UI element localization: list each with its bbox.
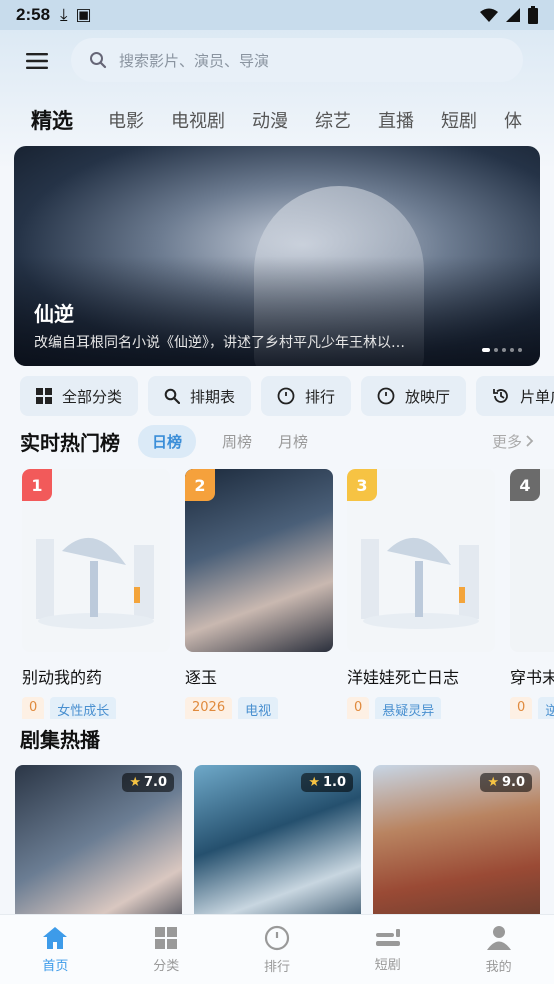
rank-icon xyxy=(264,925,290,950)
ranking-title: 实时热门榜 xyxy=(20,430,120,455)
ranking-header: 实时热门榜 日榜 周榜 月榜 更多 xyxy=(20,424,534,458)
home-icon xyxy=(43,926,68,949)
rating-badge: ★ 1.0 xyxy=(301,773,353,792)
nav-profile[interactable]: 我的 xyxy=(443,915,554,984)
short-drama-icon xyxy=(375,928,400,946)
tab-monthly[interactable]: 月榜 xyxy=(278,431,308,452)
schedule-button[interactable]: 排期表 xyxy=(148,376,252,416)
tab-live[interactable]: 直播 xyxy=(378,107,414,133)
tab-movies[interactable]: 电影 xyxy=(108,107,144,133)
poster-image: 2 xyxy=(185,469,333,652)
banner-pagination xyxy=(482,348,522,352)
tab-tv-series[interactable]: 电视剧 xyxy=(171,107,225,133)
drama-list: ★ 7.0 ★ 1.0 ★ 9.0 xyxy=(15,765,554,915)
year-tag: 0 xyxy=(510,697,533,719)
notification-icon: ▣ xyxy=(75,5,92,25)
nav-short-drama[interactable]: 短剧 xyxy=(332,915,443,984)
status-time: 2:58 xyxy=(16,5,51,24)
genre-tag: 悬疑灵异 xyxy=(375,697,442,719)
search-placeholder: 搜索影片、演员、导演 xyxy=(119,51,270,70)
drama-card[interactable]: ★ 9.0 xyxy=(373,765,540,915)
rank-badge: 2 xyxy=(185,469,215,501)
playlist-square-button[interactable]: 片单广场 xyxy=(476,376,554,416)
rank-card[interactable]: 2 逐玉 2026 电视 xyxy=(185,469,333,719)
tab-anime[interactable]: 动漫 xyxy=(252,107,288,133)
chevron-right-icon xyxy=(526,435,534,447)
category-tabs: 精选 电影 电视剧 动漫 综艺 直播 短剧 体 xyxy=(0,100,554,140)
rank-card[interactable]: 3 洋娃娃死亡日志 0 悬疑灵异 xyxy=(347,469,495,719)
rank-card-title: 穿书末 xyxy=(510,668,554,687)
genre-tag: 女性成长 xyxy=(50,697,117,719)
hero-banner[interactable]: 仙逆 改编自耳根同名小说《仙逆》，讲述了乡村平凡少年王林以… xyxy=(14,146,540,366)
poster-placeholder: 1 xyxy=(22,469,170,652)
nav-home[interactable]: 首页 xyxy=(0,915,111,984)
star-icon: ★ xyxy=(129,775,141,790)
nav-ranking[interactable]: 排行 xyxy=(222,915,333,984)
tab-daily[interactable]: 日榜 xyxy=(138,424,197,458)
more-link[interactable]: 更多 xyxy=(492,431,534,452)
ranking-button[interactable]: 排行 xyxy=(261,376,352,416)
rating-badge: ★ 7.0 xyxy=(122,773,174,792)
tab-sports[interactable]: 体 xyxy=(504,107,522,133)
poster-placeholder: 4 xyxy=(510,469,554,652)
top-header: 搜索影片、演员、导演 xyxy=(0,38,554,84)
search-icon xyxy=(90,52,107,69)
menu-button[interactable] xyxy=(17,41,57,81)
rank-icon xyxy=(277,387,295,405)
rank-icon xyxy=(377,387,395,405)
category-icon xyxy=(155,926,178,949)
drama-card[interactable]: ★ 1.0 xyxy=(194,765,361,915)
search-icon xyxy=(164,388,181,404)
all-categories-button[interactable]: 全部分类 xyxy=(20,376,139,416)
nav-category[interactable]: 分类 xyxy=(111,915,222,984)
rank-badge: 1 xyxy=(22,469,52,501)
rank-badge: 4 xyxy=(510,469,540,501)
rank-card[interactable]: 4 穿书末 0 逆 xyxy=(510,469,554,719)
tab-short-drama[interactable]: 短剧 xyxy=(441,107,477,133)
rank-card[interactable]: 1 别动我的药 0 女性成长 xyxy=(22,469,170,719)
rank-card-title: 别动我的药 xyxy=(22,668,103,687)
history-icon xyxy=(492,387,510,405)
genre-tag: 电视 xyxy=(238,697,279,719)
tab-variety[interactable]: 综艺 xyxy=(315,107,351,133)
star-icon: ★ xyxy=(308,775,320,790)
star-icon: ★ xyxy=(487,775,499,790)
year-tag: 0 xyxy=(347,697,370,719)
bottom-navigation: 首页 分类 排行 短剧 我的 xyxy=(0,914,554,984)
genre-tag: 逆 xyxy=(538,697,554,719)
signal-icon xyxy=(506,8,520,22)
ranking-list: 1 别动我的药 0 女性成长 2 逐玉 2026 电视 3 洋娃娃死亡日志 0 … xyxy=(22,469,554,719)
hamburger-icon xyxy=(26,53,48,69)
year-tag: 2026 xyxy=(185,697,233,719)
grid-icon xyxy=(36,388,52,404)
wifi-icon xyxy=(480,8,498,22)
rank-card-title: 洋娃娃死亡日志 xyxy=(347,668,460,687)
tab-weekly[interactable]: 周榜 xyxy=(222,431,252,452)
section-title: 剧集热播 xyxy=(20,728,100,752)
poster-placeholder: 3 xyxy=(347,469,495,652)
rank-badge: 3 xyxy=(347,469,377,501)
download-icon: ⤓ xyxy=(60,5,68,25)
battery-icon xyxy=(528,6,538,24)
tab-featured[interactable]: 精选 xyxy=(31,105,73,135)
banner-description: 改编自耳根同名小说《仙逆》，讲述了乡村平凡少年王林以… xyxy=(34,335,405,351)
drama-card[interactable]: ★ 7.0 xyxy=(15,765,182,915)
profile-icon xyxy=(486,925,511,950)
status-bar: 2:58 ⤓ ▣ xyxy=(0,0,554,30)
theater-button[interactable]: 放映厅 xyxy=(361,376,467,416)
banner-title: 仙逆 xyxy=(34,302,74,326)
year-tag: 0 xyxy=(22,697,45,719)
quick-actions: 全部分类 排期表 排行 放映厅 片单广场 xyxy=(20,376,554,418)
rating-badge: ★ 9.0 xyxy=(480,773,532,792)
search-input[interactable]: 搜索影片、演员、导演 xyxy=(71,38,523,82)
rank-card-title: 逐玉 xyxy=(185,668,218,687)
